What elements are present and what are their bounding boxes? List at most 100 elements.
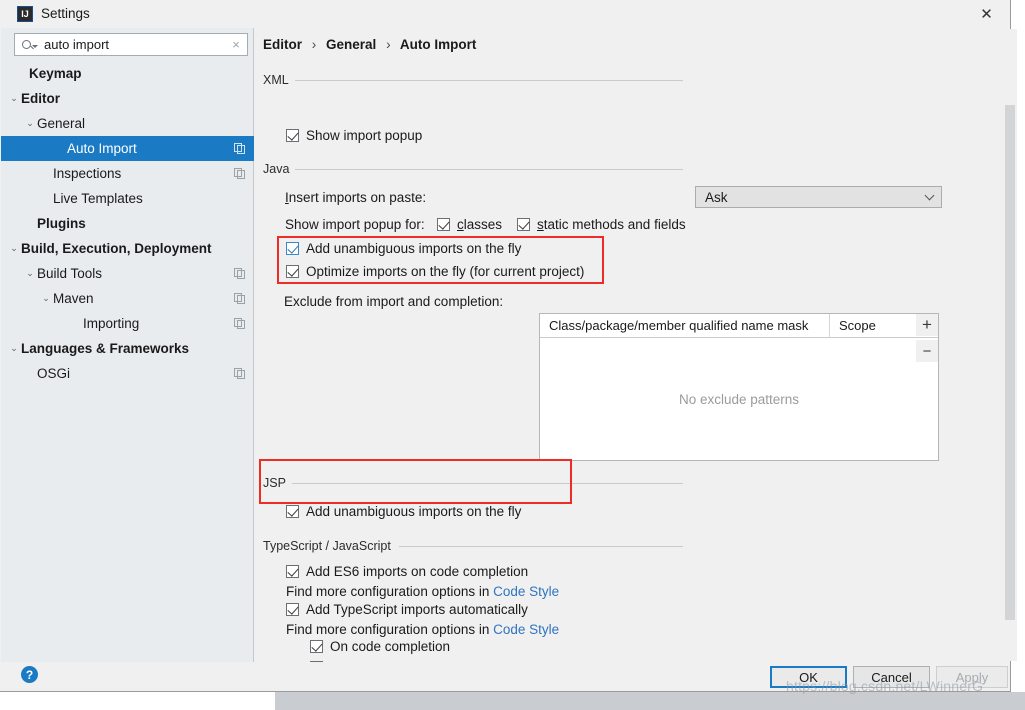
sidebar-item-auto-import[interactable]: Auto Import (1, 136, 254, 161)
find-more-options-es6: Find more configuration options in Code … (286, 584, 559, 599)
chevron-down-icon[interactable]: ⌄ (23, 118, 37, 129)
checkbox-box (286, 603, 299, 616)
settings-dialog: IJ Settings ✕ auto import × Keymap ⌄ Edito… (0, 0, 1017, 692)
checkbox-ts-on-code-completion[interactable]: On code completion (310, 639, 450, 654)
sidebar-item-languages-frameworks[interactable]: ⌄ Languages & Frameworks (1, 336, 254, 361)
copy-settings-icon[interactable] (234, 318, 246, 330)
sidebar-item-build-tools[interactable]: ⌄ Build Tools (1, 261, 254, 286)
copy-settings-icon[interactable] (234, 143, 246, 155)
sidebar-item-label: Live Templates (53, 191, 143, 206)
remove-exclude-pattern-button[interactable]: − (916, 340, 938, 362)
chevron-down-icon[interactable]: ⌄ (23, 268, 37, 279)
checkbox-label: Add ES6 imports on code completion (306, 564, 529, 579)
checkbox-java-static-methods[interactable]: static methods and fields (517, 217, 686, 232)
checkbox-box (286, 242, 299, 255)
table-header-row: Class/package/member qualified name mask… (540, 313, 938, 338)
checkbox-jsp-add-unambiguous[interactable]: Add unambiguous imports on the fly (286, 504, 521, 519)
find-more-prefix: Find more configuration options in (286, 584, 494, 599)
insert-imports-label: Insert imports on paste: (285, 190, 426, 205)
watermark-text: https://blog.csdn.net/LWinnerG (786, 678, 984, 694)
desktop-strip-taskbar (275, 692, 1025, 710)
insert-imports-on-paste-dropdown[interactable]: Ask (695, 186, 942, 208)
sidebar-item-importing[interactable]: Importing (1, 311, 254, 336)
sidebar-item-label: Maven (53, 291, 94, 306)
window-title: Settings (41, 6, 90, 21)
section-divider-xml (295, 80, 683, 81)
sidebar-item-editor[interactable]: ⌄ Editor (1, 86, 254, 111)
exclude-patterns-table[interactable]: Class/package/member qualified name mask… (539, 313, 939, 461)
copy-settings-icon[interactable] (234, 168, 246, 180)
sidebar-item-label: General (37, 116, 86, 131)
section-divider-typescript (399, 546, 683, 547)
checkbox-ts-es6-imports[interactable]: Add ES6 imports on code completion (286, 564, 528, 579)
sidebar-item-label: Plugins (37, 216, 86, 231)
section-label-xml: XML (263, 73, 295, 87)
search-input[interactable]: auto import × (14, 33, 248, 56)
clear-search-icon[interactable]: × (225, 37, 247, 52)
section-divider-jsp (291, 483, 683, 484)
help-icon[interactable]: ? (21, 666, 38, 683)
breadcrumb-auto-import: Auto Import (399, 37, 477, 52)
checkbox-label: Show import popup (306, 128, 423, 143)
breadcrumb-separator-1: › (311, 37, 317, 52)
chevron-down-icon[interactable]: ⌄ (7, 343, 21, 354)
sidebar-item-plugins[interactable]: Plugins (1, 211, 254, 236)
sidebar-item-label: Auto Import (67, 141, 137, 156)
sidebar-item-label: OSGi (37, 366, 71, 381)
intellij-logo-icon: IJ (17, 6, 33, 22)
checkbox-box (310, 640, 323, 653)
checkbox-label: Add unambiguous imports on the fly (306, 504, 522, 519)
checkbox-java-classes[interactable]: classes (437, 217, 502, 232)
checkbox-label: static methods and fields (537, 217, 686, 232)
section-divider-java (295, 169, 683, 170)
checkbox-xml-show-import-popup[interactable]: Show import popup (286, 128, 422, 143)
breadcrumb-general[interactable]: General (326, 37, 376, 52)
checkbox-box (517, 218, 530, 231)
chevron-down-icon[interactable]: ⌄ (7, 93, 21, 104)
chevron-down-icon[interactable]: ⌄ (39, 293, 53, 304)
checkbox-box (286, 565, 299, 578)
breadcrumb-separator-2: › (386, 37, 391, 52)
sidebar-item-build-execution-deployment[interactable]: ⌄ Build, Execution, Deployment (1, 236, 254, 261)
close-icon[interactable]: ✕ (964, 0, 1009, 28)
sidebar-item-inspections[interactable]: Inspections (1, 161, 254, 186)
chevron-down-icon (917, 190, 941, 201)
sidebar-item-maven[interactable]: ⌄ Maven (1, 286, 254, 311)
sidebar-item-live-templates[interactable]: Live Templates (1, 186, 254, 211)
vertical-scrollbar-thumb[interactable] (1005, 105, 1015, 620)
breadcrumb-editor[interactable]: Editor (263, 37, 302, 52)
checkbox-ts-auto-imports[interactable]: Add TypeScript imports automatically (286, 602, 528, 617)
settings-sidebar: auto import × Keymap ⌄ Editor ⌄ General Auto … (1, 28, 254, 662)
chevron-down-icon[interactable]: ⌄ (7, 243, 21, 254)
sidebar-item-general[interactable]: ⌄ General (1, 111, 254, 136)
checkbox-label: On code completion (330, 639, 451, 654)
table-col-header-mask: Class/package/member qualified name mask (540, 313, 830, 338)
checkbox-java-optimize-imports[interactable]: Optimize imports on the fly (for current… (286, 264, 584, 279)
sidebar-item-label: Languages & Frameworks (21, 341, 190, 356)
sidebar-item-keymap[interactable]: Keymap (1, 61, 254, 86)
copy-settings-icon[interactable] (234, 268, 246, 280)
sidebar-item-label: Inspections (53, 166, 122, 181)
find-more-options-ts: Find more configuration options in Code … (286, 622, 559, 637)
sidebar-item-osgi[interactable]: OSGi (1, 361, 254, 386)
sidebar-item-label: Editor (21, 91, 60, 106)
desktop-strip-left (0, 692, 275, 710)
dropdown-value: Ask (705, 189, 728, 205)
section-label-jsp: JSP (263, 476, 292, 490)
exclude-from-import-label: Exclude from import and completion: (284, 294, 504, 309)
copy-settings-icon[interactable] (234, 293, 246, 305)
checkbox-label: Optimize imports on the fly (for current… (306, 264, 585, 279)
checkbox-box (286, 505, 299, 518)
settings-tree: Keymap ⌄ Editor ⌄ General Auto Import Inspecti… (1, 61, 254, 386)
breadcrumb: Editor › General › Auto Import (263, 37, 476, 52)
checkbox-java-add-unambiguous[interactable]: Add unambiguous imports on the fly (286, 241, 521, 256)
search-input-value: auto import (44, 37, 110, 52)
code-style-link[interactable]: Code Style (493, 584, 559, 599)
table-empty-message: No exclude patterns (678, 391, 800, 407)
copy-settings-icon[interactable] (234, 368, 246, 380)
checkbox-box (437, 218, 450, 231)
add-exclude-pattern-button[interactable]: + (916, 314, 938, 336)
sidebar-item-label: Build, Execution, Deployment (21, 241, 212, 256)
section-label-typescript: TypeScript / JavaScript (263, 539, 397, 553)
code-style-link[interactable]: Code Style (493, 622, 559, 637)
